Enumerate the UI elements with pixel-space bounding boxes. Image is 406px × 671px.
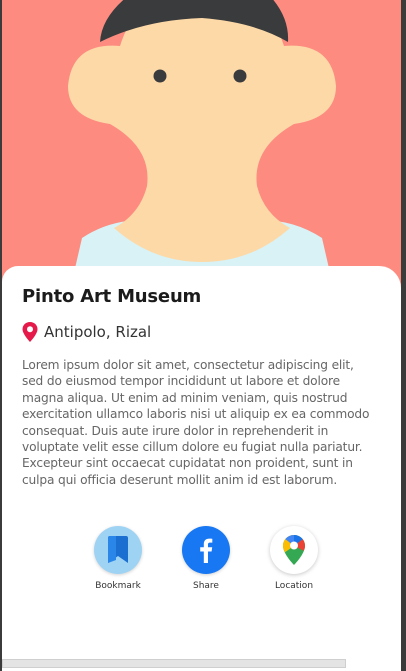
details-card: Pinto Art Museum Antipolo, Rizal Lorem i… [2, 266, 401, 671]
place-description: Lorem ipsum dolor sit amet, consectetur … [22, 358, 370, 487]
action-bar: Bookmark Share Location [88, 526, 324, 591]
facebook-icon [200, 538, 213, 563]
bookmark-label: Bookmark [95, 581, 141, 591]
avatar-illustration [68, 0, 336, 290]
google-maps-icon [283, 535, 305, 565]
share-action[interactable]: Share [176, 526, 236, 591]
place-title: Pinto Art Museum [22, 286, 202, 307]
bookmark-action[interactable]: Bookmark [88, 526, 148, 591]
bookmark-button[interactable] [94, 526, 142, 574]
map-pin-icon [22, 322, 38, 342]
bookmark-icon [108, 536, 128, 563]
location-button[interactable] [270, 526, 318, 574]
share-label: Share [193, 581, 219, 591]
location-row: Antipolo, Rizal [22, 322, 151, 342]
location-text: Antipolo, Rizal [44, 323, 152, 341]
horizontal-scrollbar[interactable] [2, 659, 346, 668]
location-action[interactable]: Location [264, 526, 324, 591]
share-button[interactable] [182, 526, 230, 574]
location-label: Location [274, 581, 314, 591]
hero-image [2, 0, 401, 290]
place-detail-screen: Pinto Art Museum Antipolo, Rizal Lorem i… [2, 0, 401, 671]
